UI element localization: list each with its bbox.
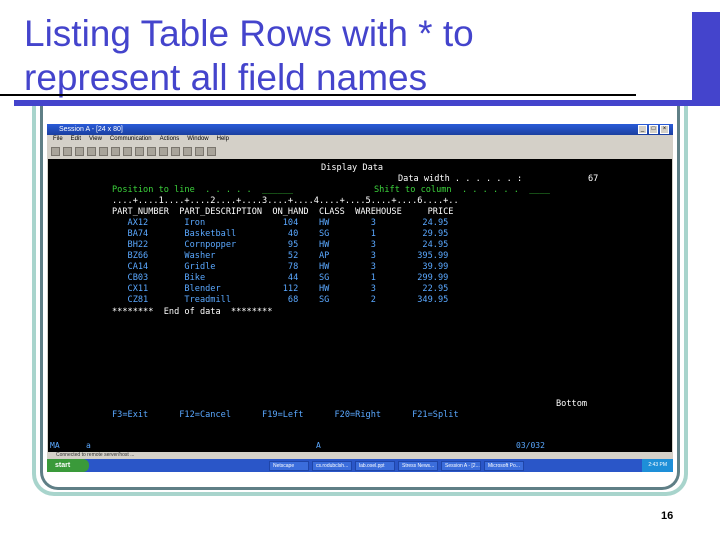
display-icon[interactable]	[111, 146, 120, 156]
terminal-screenshot: Session A - [24 x 80] _ □ × File Edit Vi…	[47, 124, 673, 472]
send-icon[interactable]	[87, 146, 96, 156]
connection-status: Connected to remote server/host ...	[48, 452, 672, 458]
paste-icon[interactable]	[75, 146, 84, 156]
table-row: BA74 Basketball 40 SG 1 29.95	[112, 229, 449, 239]
terminal-screen[interactable]: Display Data Data width . . . . . . : 67…	[48, 159, 672, 439]
taskbar-item-session-a[interactable]: Session A - [2...	[441, 460, 481, 471]
receive-icon[interactable]	[99, 146, 108, 156]
menu-window[interactable]: Window	[187, 135, 208, 144]
bottom-indicator: Bottom	[556, 399, 588, 409]
play-icon[interactable]	[159, 146, 168, 156]
slide-title: Listing Table Rows with * to represent a…	[24, 12, 474, 100]
table-row: AX12 Iron 104 HW 3 24.95	[112, 218, 449, 228]
map-icon[interactable]	[135, 146, 144, 156]
slide-title-line1: Listing Table Rows with * to	[24, 13, 474, 54]
taskbar-item-lab-ppt[interactable]: lab.osel.ppt	[355, 460, 395, 471]
title-underline	[0, 94, 636, 96]
cursor-position: 03/032	[516, 441, 545, 450]
taskbar-item-stress-news[interactable]: Stress News...	[398, 460, 438, 471]
stop-icon[interactable]	[171, 146, 180, 156]
terminal-status-bar: MA a A 03/032	[48, 439, 672, 452]
window-title-bar: Session A - [24 x 80] _ □ ×	[47, 124, 673, 135]
window-controls: _ □ ×	[638, 125, 669, 134]
copy-icon[interactable]	[63, 146, 72, 156]
shift-to-column[interactable]: Shift to column . . . . . . ____	[374, 185, 550, 196]
record-icon[interactable]	[147, 146, 156, 156]
menu-file[interactable]: File	[53, 135, 63, 144]
window-title: Session A - [24 x 80]	[59, 126, 123, 133]
table-row: BH22 Cornpopper 95 HW 3 24.95	[112, 240, 449, 250]
slide-header: Listing Table Rows with * to represent a…	[0, 0, 720, 106]
table-row: CA14 Gridle 78 HW 3 39.99	[112, 262, 449, 272]
system-clock[interactable]: 2:43 PM	[642, 459, 673, 472]
taskbar-item-powerpoint[interactable]: Microsoft Po...	[484, 460, 524, 471]
end-of-data: ******** End of data ********	[112, 307, 273, 317]
table-row: CX11 Blender 112 HW 3 22.95	[112, 284, 449, 294]
help-icon[interactable]	[207, 146, 216, 156]
function-keys[interactable]: F3=Exit F12=Cancel F19=Left F20=Right F2…	[112, 410, 459, 421]
page-number: 16	[661, 510, 674, 522]
status-ma: MA	[50, 441, 60, 450]
close-icon[interactable]: ×	[660, 125, 669, 134]
column-ruler: ....+....1....+....2....+....3....+....4…	[112, 196, 459, 206]
display-header: Display Data	[321, 163, 384, 173]
position-to-line[interactable]: Position to line . . . . . ______	[112, 185, 293, 196]
menu-communication[interactable]: Communication	[110, 135, 152, 144]
taskbar: start Netscape cs.rodubclsh... lab.osel.…	[47, 459, 673, 472]
menu-view[interactable]: View	[89, 135, 102, 144]
data-width-label: Data width . . . . . . :	[398, 174, 523, 184]
status-mode: A	[316, 441, 321, 450]
minimize-icon[interactable]: _	[638, 125, 647, 134]
table-row: CZ81 Treadmill 68 SG 2 349.95	[112, 295, 449, 305]
menu-bar: File Edit View Communication Actions Win…	[47, 135, 673, 144]
start-button[interactable]: start	[47, 459, 89, 472]
menu-edit[interactable]: Edit	[71, 135, 81, 144]
status-sub: a	[86, 441, 91, 450]
column-headers: PART_NUMBER PART_DESCRIPTION ON_HAND CLA…	[112, 207, 454, 217]
taskbar-item-netscape[interactable]: Netscape	[269, 460, 309, 471]
settings-icon[interactable]	[195, 146, 204, 156]
taskbar-item-rodubclsh[interactable]: cs.rodubclsh...	[312, 460, 352, 471]
data-width-value: 67	[588, 174, 599, 184]
menu-actions[interactable]: Actions	[160, 135, 180, 144]
table-row: BZ66 Washer 52 AP 3 395.99	[112, 251, 449, 261]
pause-icon[interactable]	[183, 146, 192, 156]
color-icon[interactable]	[123, 146, 132, 156]
table-row: CB03 Bike 44 SG 1 299.99	[112, 273, 449, 283]
toolbar	[47, 144, 673, 158]
menu-help[interactable]: Help	[217, 135, 229, 144]
print-icon[interactable]	[51, 146, 60, 156]
maximize-icon[interactable]: □	[649, 125, 658, 134]
